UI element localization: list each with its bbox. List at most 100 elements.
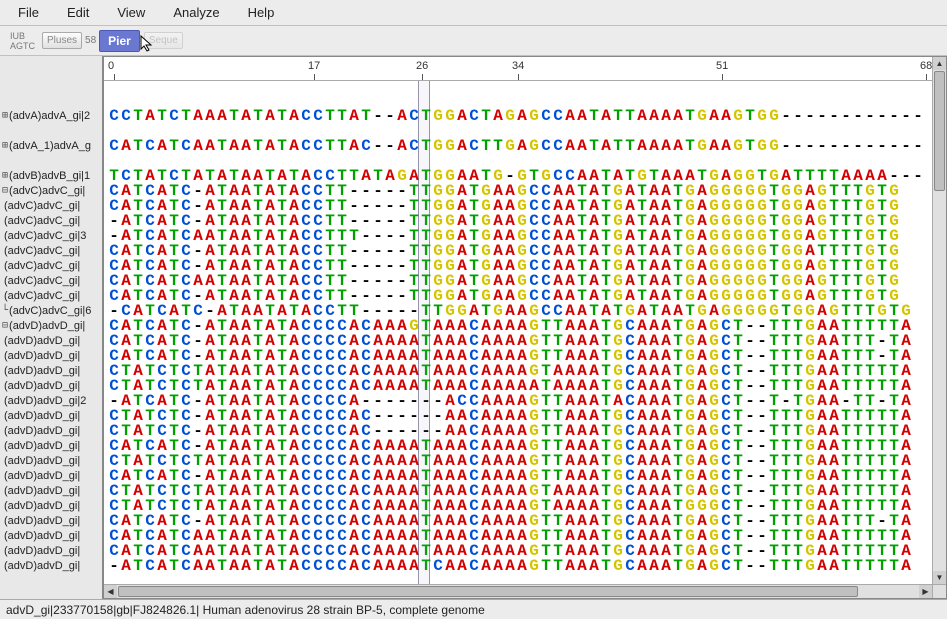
sequence-name[interactable]: (advD)advD_gi| — [0, 453, 102, 468]
sequence-label: (advB)advB_gi|1 — [9, 170, 90, 182]
sequence-label: (advD)advD_gi| — [4, 410, 80, 422]
sequence-row[interactable]: CATCATCAATAATATACCTTAC--ACTGGACTTGAGCCAA… — [108, 139, 924, 154]
menu-analyze[interactable]: Analyze — [159, 2, 233, 23]
sequence-label: (advD)advD_gi| — [4, 335, 80, 347]
sequence-label: (advD)advD_gi| — [4, 455, 80, 467]
menu-edit[interactable]: Edit — [53, 2, 103, 23]
sequence-label: (advD)advD_gi|2 — [4, 395, 86, 407]
sequence-rows[interactable]: CCTATCTAAATATATACCTTAT--ACTGGACTAGAGCCAA… — [104, 81, 932, 584]
sequence-label: (advC)advC_gi| — [4, 245, 80, 257]
sequence-name[interactable]: (advC)advC_gi| — [0, 243, 102, 258]
sequence-name[interactable]: (advD)advD_gi| — [0, 363, 102, 378]
menu-view[interactable]: View — [103, 2, 159, 23]
sequence-label: (advD)advD_gi| — [4, 485, 80, 497]
scroll-right-arrow[interactable]: ▶ — [919, 585, 932, 598]
sequence-label: (advA_1)advA_g — [9, 140, 91, 152]
scroll-up-arrow[interactable]: ▲ — [933, 57, 946, 70]
ruler-label: 68 — [920, 60, 932, 72]
horizontal-scrollbar[interactable]: ◀ ▶ — [104, 584, 932, 598]
sequence-label: (advD)advD_gi| — [4, 425, 80, 437]
sequence-label: (advD)advD_gi| — [4, 350, 80, 362]
sequence-label: (advD)advD_gi| — [9, 320, 85, 332]
statusbar: advD_gi|233770158|gb|FJ824826.1| Human a… — [0, 599, 947, 619]
sequence-name[interactable]: (advD)advD_gi| — [0, 483, 102, 498]
sequence-name[interactable]: ⊞(advB)advB_gi|1 — [0, 168, 102, 183]
sequence-name[interactable]: └(advC)advC_gi|6 — [0, 303, 102, 318]
sequence-label: (advC)advC_gi| — [4, 200, 80, 212]
sequence-name[interactable]: (advD)advD_gi| — [0, 498, 102, 513]
collapse-icon[interactable]: ⊟ — [2, 320, 7, 331]
ruler-label: 34 — [512, 60, 524, 72]
sequence-label: (advD)advD_gi| — [4, 470, 80, 482]
sequence-label: (advD)advD_gi| — [4, 515, 80, 527]
scroll-down-arrow[interactable]: ▼ — [933, 571, 946, 584]
sequence-label: (advD)advD_gi| — [4, 365, 80, 377]
sequence-name[interactable]: (advC)advC_gi| — [0, 198, 102, 213]
sequence-label: (advD)advD_gi| — [4, 545, 80, 557]
sequence-row[interactable]: -ATCATCAATAATATACCCCACAAAATCAACAAAAGTTAA… — [108, 559, 912, 574]
menu-file[interactable]: File — [4, 2, 53, 23]
vertical-scrollbar[interactable]: ▲ ▼ — [932, 57, 946, 584]
hscroll-thumb[interactable] — [118, 586, 858, 597]
sequence-label: (advC)advC_gi| — [4, 215, 80, 227]
sequence-label: (advD)advD_gi| — [4, 560, 80, 572]
sequence-name[interactable]: (advD)advD_gi| — [0, 558, 102, 573]
sequence-name[interactable]: (advD)advD_gi| — [0, 513, 102, 528]
sequence-name[interactable]: (advC)advC_gi| — [0, 288, 102, 303]
sequence-label: (advC)advC_gi|6 — [9, 305, 91, 317]
expand-icon[interactable]: ⊞ — [2, 140, 7, 151]
iub-label: IUB — [10, 31, 35, 41]
sequence-label: (advD)advD_gi| — [4, 440, 80, 452]
sequence-name[interactable]: (advD)advD_gi| — [0, 423, 102, 438]
sequence-name[interactable]: (advD)advD_gi| — [0, 543, 102, 558]
toolbar: IUB AGTC Pluses 58 Pier Seque — [0, 26, 947, 56]
toolbar-label-group: IUB AGTC — [6, 31, 39, 51]
sequence-label: (advC)advC_gi| — [9, 185, 85, 197]
sequence-name[interactable]: ⊞(advA_1)advA_g — [0, 138, 102, 153]
sequence-label: (advC)advC_gi|3 — [4, 230, 86, 242]
pier-button[interactable]: Pier — [99, 30, 140, 52]
scroll-left-arrow[interactable]: ◀ — [104, 585, 117, 598]
sequence-name[interactable]: (advD)advD_gi| — [0, 333, 102, 348]
menubar: FileEditViewAnalyzeHelp — [0, 0, 947, 26]
sequence-name[interactable]: (advD)advD_gi| — [0, 438, 102, 453]
tree-line-icon: └ — [2, 305, 7, 316]
workspace: ⊞(advA)advA_gi|2⊞(advA_1)advA_g⊞(advB)ad… — [0, 56, 947, 599]
status-text: advD_gi|233770158|gb|FJ824826.1| Human a… — [6, 603, 485, 617]
sequence-label: (advC)advC_gi| — [4, 275, 80, 287]
sequence-panel[interactable]: 0 17 26 34 51 68 CCTATCTAAATATATACCTTAT--ACTG… — [103, 56, 947, 599]
sequence-name[interactable]: ⊟(advD)advD_gi| — [0, 318, 102, 333]
sequence-name[interactable]: (advC)advC_gi| — [0, 258, 102, 273]
pluses-button[interactable]: Pluses — [42, 32, 82, 49]
sequence-label: (advD)advD_gi| — [4, 380, 80, 392]
sequence-name[interactable]: (advD)advD_gi|2 — [0, 393, 102, 408]
sequence-name[interactable]: (advD)advD_gi| — [0, 468, 102, 483]
toolbar-number: 58 — [85, 35, 96, 46]
sequence-name[interactable]: (advD)advD_gi| — [0, 528, 102, 543]
ruler-label: 51 — [716, 60, 728, 72]
expand-icon[interactable]: ⊞ — [2, 170, 7, 181]
scrollbar-corner — [932, 584, 946, 598]
agtc-label: AGTC — [10, 41, 35, 51]
ruler-label: 17 — [308, 60, 320, 72]
sequence-name[interactable]: ⊟(advC)advC_gi| — [0, 183, 102, 198]
menu-help[interactable]: Help — [234, 2, 289, 23]
ruler-label: 0 — [108, 60, 114, 72]
vscroll-thumb[interactable] — [934, 71, 945, 191]
sequence-label: (advD)advD_gi| — [4, 530, 80, 542]
sequence-label: (advC)advC_gi| — [4, 290, 80, 302]
expand-icon[interactable]: ⊞ — [2, 110, 7, 121]
sequence-name[interactable]: (advD)advD_gi| — [0, 378, 102, 393]
ruler-label: 26 — [416, 60, 428, 72]
seque-button[interactable]: Seque — [144, 32, 183, 49]
collapse-icon[interactable]: ⊟ — [2, 185, 7, 196]
sequence-name[interactable]: (advC)advC_gi| — [0, 213, 102, 228]
position-ruler: 0 17 26 34 51 68 — [104, 57, 932, 81]
sequence-label: (advC)advC_gi| — [4, 260, 80, 272]
sequence-name[interactable]: (advD)advD_gi| — [0, 348, 102, 363]
sequence-name[interactable]: (advD)advD_gi| — [0, 408, 102, 423]
sequence-name[interactable]: (advC)advC_gi|3 — [0, 228, 102, 243]
sequence-row[interactable]: CCTATCTAAATATATACCTTAT--ACTGGACTAGAGCCAA… — [108, 109, 924, 124]
sequence-name[interactable]: ⊞(advA)advA_gi|2 — [0, 108, 102, 123]
sequence-name[interactable]: (advC)advC_gi| — [0, 273, 102, 288]
